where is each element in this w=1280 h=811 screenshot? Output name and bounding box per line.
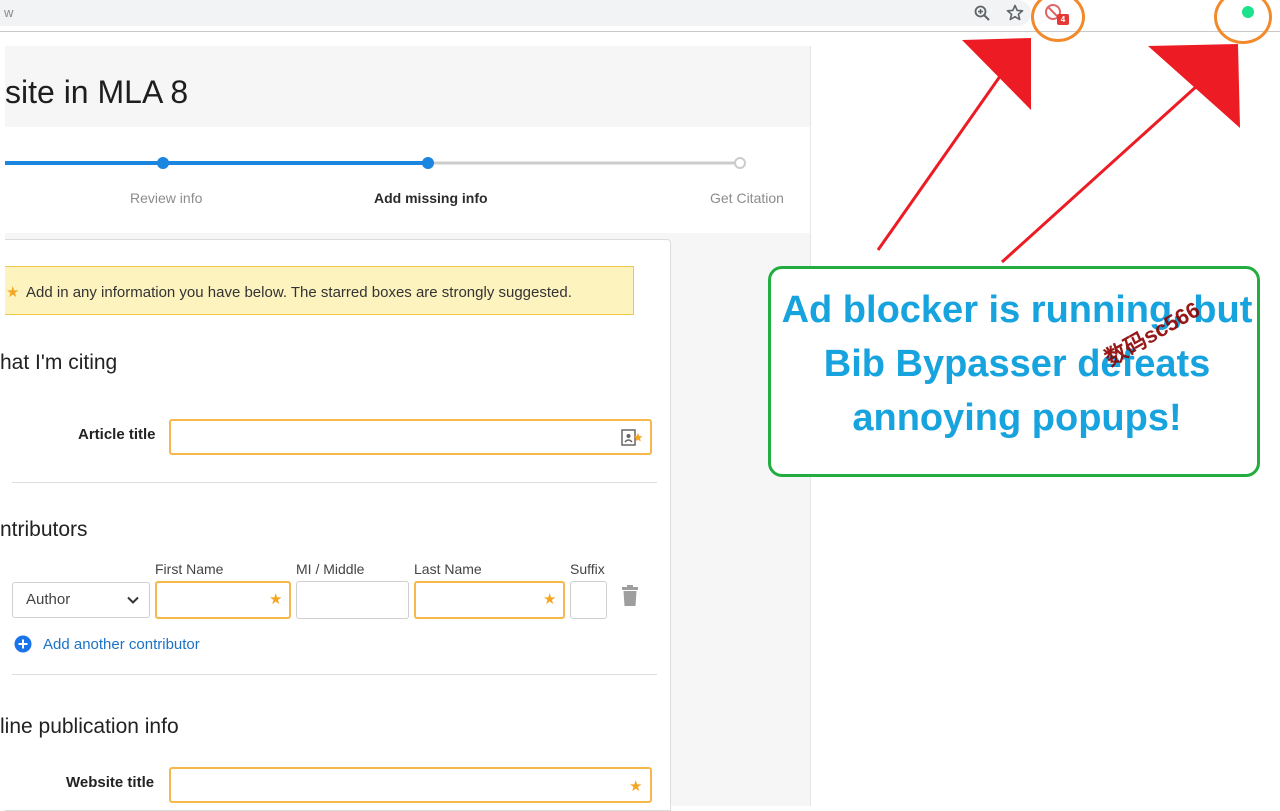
step-review-info[interactable]: Review info: [130, 190, 202, 206]
suffix-input[interactable]: [570, 581, 607, 619]
step-dot-review: [157, 157, 169, 169]
progress-stepper: Review info Add missing info Get Citatio…: [5, 127, 810, 233]
required-star-icon: ★: [269, 591, 283, 608]
add-contributor-link[interactable]: Add another contributor: [43, 636, 200, 653]
arrowhead-left: [962, 38, 1031, 110]
suffix-label: Suffix: [570, 561, 605, 577]
step-add-missing-info[interactable]: Add missing info: [374, 190, 488, 206]
section-heading-citing: hat I'm citing: [0, 351, 118, 374]
middle-name-label: MI / Middle: [296, 561, 365, 577]
section-heading-publication: line publication info: [0, 715, 179, 738]
callout-line-3: annoying popups!: [852, 397, 1182, 439]
bookmark-star-icon[interactable]: [1005, 3, 1025, 23]
step-dot-missing: [422, 157, 434, 169]
contributor-role-value: Author: [26, 591, 71, 608]
chevron-down-icon: [127, 596, 139, 604]
contributor-role-select[interactable]: Author: [12, 582, 150, 618]
highlight-ring-status: [1214, 0, 1272, 44]
section-divider: [12, 674, 657, 675]
star-icon: ★: [6, 284, 20, 301]
info-notice: ★ Add in any information you have below.…: [5, 266, 634, 315]
address-text: w: [4, 5, 14, 20]
zoom-icon[interactable]: [972, 3, 992, 23]
section-heading-contributors: ntributors: [0, 518, 88, 541]
last-name-label: Last Name: [414, 561, 482, 577]
browser-toolbar: w 4: [0, 0, 1280, 32]
arrow-shaft-right: [1000, 83, 1200, 264]
last-name-input[interactable]: ★: [414, 581, 565, 619]
website-title-input[interactable]: ★: [169, 767, 652, 803]
highlight-ring-extension: [1031, 0, 1085, 42]
article-title-label: Article title: [78, 426, 156, 443]
notice-text: Add in any information you have below. T…: [26, 284, 572, 301]
page-title: site in MLA 8: [5, 74, 189, 110]
step-dot-citation: [734, 157, 746, 169]
address-bar[interactable]: w: [0, 0, 1031, 26]
trash-icon[interactable]: [621, 585, 639, 607]
section-divider: [12, 482, 657, 483]
arrow-shaft-left: [876, 71, 1005, 251]
website-title-label: Website title: [66, 774, 155, 791]
callout-line-2: Bib Bypasser defeats: [823, 343, 1211, 385]
article-title-input[interactable]: [169, 419, 652, 455]
form-card: ★ Add in any information you have below.…: [0, 239, 671, 811]
first-name-input[interactable]: ★: [155, 581, 291, 619]
autofill-icon[interactable]: [621, 429, 643, 447]
required-star-icon: ★: [543, 591, 557, 608]
arrowhead-right: [1148, 44, 1240, 128]
middle-name-input[interactable]: [296, 581, 409, 619]
required-star-icon: ★: [629, 778, 643, 795]
step-get-citation[interactable]: Get Citation: [710, 190, 784, 206]
progress-track: [5, 157, 746, 169]
plus-circle-icon[interactable]: [14, 635, 32, 653]
first-name-label: First Name: [155, 561, 224, 577]
